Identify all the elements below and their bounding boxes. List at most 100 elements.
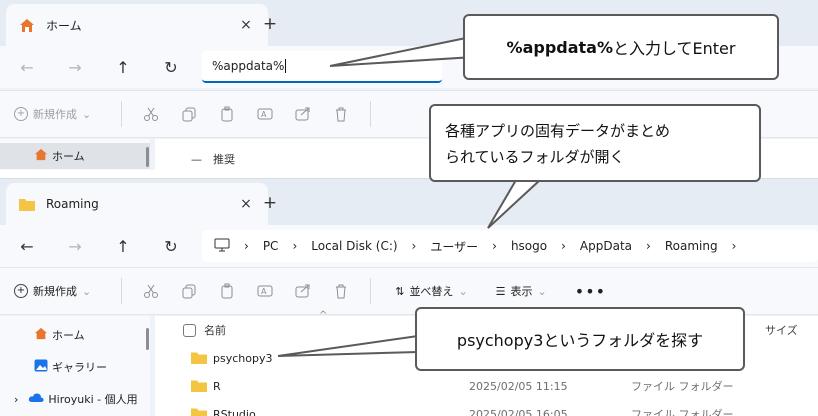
breadcrumb-item-users[interactable]: ユーザー (430, 238, 478, 255)
callout-bold-text: %appdata% (506, 37, 613, 57)
up-arrow-icon[interactable]: ↑ (110, 54, 136, 80)
address-input[interactable]: %appdata% (202, 51, 442, 83)
new-label: 新規作成 (33, 108, 77, 121)
breadcrumb-item-appdata[interactable]: AppData (580, 239, 632, 253)
new-button[interactable]: + 新規作成 ⌄ (14, 283, 91, 299)
sort-button[interactable]: ⇅ 並べ替え ⌄ (395, 283, 467, 299)
chevron-down-icon: ⌄ (82, 107, 92, 121)
name-column-header[interactable]: 名前 (183, 322, 226, 338)
cut-icon[interactable] (140, 103, 162, 125)
paste-icon[interactable] (216, 103, 238, 125)
chevron-right-icon: › (561, 239, 566, 253)
up-arrow-icon[interactable]: ↑ (110, 233, 136, 259)
folder-icon (18, 196, 36, 212)
bottom-tab-strip: Roaming × + (0, 179, 818, 225)
breadcrumb-item-local-disk[interactable]: Local Disk (C:) (311, 239, 397, 253)
sidebar-item-home[interactable]: ホーム (0, 322, 150, 348)
rename-icon[interactable]: A (254, 280, 276, 302)
file-type: ファイル フォルダー (631, 408, 734, 416)
tab-home[interactable]: ホーム × (6, 4, 268, 46)
file-name: RStudio (213, 407, 256, 416)
tab-title: ホーム (46, 18, 82, 33)
sidebar-item-label: ギャラリー (52, 361, 107, 374)
new-tab-button[interactable]: + (262, 193, 278, 213)
tab-title: Roaming (46, 197, 99, 211)
forward-arrow-icon[interactable]: → (62, 233, 88, 259)
list-view-icon: ☰ (495, 284, 506, 298)
divider (370, 101, 372, 127)
folder-icon (191, 380, 207, 392)
top-sidebar: ホーム (0, 139, 150, 170)
tab-roaming[interactable]: Roaming × (6, 183, 268, 225)
bottom-explorer-window: Roaming × + ← → ↑ ↻ › PC › Local Disk (C… (0, 178, 818, 416)
paste-icon[interactable] (216, 280, 238, 302)
chevron-right-icon: › (646, 239, 651, 253)
home-icon (34, 148, 48, 164)
view-button[interactable]: ☰ 表示 ⌄ (496, 283, 547, 299)
copy-icon[interactable] (178, 103, 200, 125)
file-row-rstudio[interactable]: RStudio 2025/02/05 16:05 ファイル フォルダー (191, 402, 811, 416)
callout-text: psychopy3というフォルダを探す (456, 331, 704, 350)
cut-icon[interactable] (140, 280, 162, 302)
sort-icon: ⇅ (395, 284, 405, 298)
sidebar-item-home[interactable]: ホーム (0, 143, 150, 169)
sidebar-item-gallery[interactable]: ギャラリー (0, 354, 150, 380)
refresh-icon[interactable]: ↻ (158, 233, 184, 259)
folder-icon (191, 352, 207, 364)
breadcrumb[interactable]: › PC › Local Disk (C:) › ユーザー › hsogo › … (202, 230, 818, 262)
forward-arrow-icon[interactable]: → (62, 54, 88, 80)
copy-icon[interactable] (178, 280, 200, 302)
share-icon[interactable] (292, 103, 314, 125)
gallery-icon (34, 359, 48, 375)
sidebar-item-onedrive[interactable]: › Hiroyuki - 個人用 (0, 386, 150, 412)
breadcrumb-item-roaming[interactable]: Roaming (665, 239, 718, 253)
home-icon (34, 327, 48, 343)
close-tab-button[interactable]: × (236, 196, 256, 212)
bottom-sidebar: ホーム ギャラリー › Hiroyuki - 個人用 (0, 316, 150, 416)
rename-icon[interactable]: A (254, 103, 276, 125)
folder-icon (191, 408, 207, 416)
select-all-checkbox[interactable] (183, 323, 196, 337)
chevron-down-icon: ⌄ (458, 284, 468, 298)
delete-icon[interactable] (330, 280, 352, 302)
file-name: R (213, 379, 221, 393)
back-arrow-icon[interactable]: ← (14, 54, 40, 80)
breadcrumb-item-hsogo[interactable]: hsogo (511, 239, 547, 253)
new-label: 新規作成 (33, 285, 77, 298)
chevron-right-icon: › (492, 239, 497, 253)
delete-icon[interactable] (330, 103, 352, 125)
chevron-right-icon: › (411, 239, 417, 253)
back-arrow-icon[interactable]: ← (14, 233, 40, 259)
cloud-icon (28, 392, 44, 406)
chevron-right-icon: › (292, 239, 298, 253)
callout-text: 各種アプリの固有データがまとめ られているフォルダが開く (445, 122, 671, 166)
chevron-right-icon: › (731, 239, 737, 253)
callout-text: と入力してEnter (613, 39, 736, 58)
new-tab-button[interactable]: + (262, 14, 278, 34)
divider (121, 278, 123, 304)
close-tab-button[interactable]: × (236, 17, 256, 33)
monitor-icon (214, 238, 230, 255)
svg-text:A: A (261, 287, 267, 296)
sidebar-scrollbar[interactable] (146, 328, 149, 350)
sidebar-item-label: ホーム (52, 150, 85, 163)
section-header[interactable]: — 推奨 (191, 151, 235, 167)
home-icon (18, 17, 36, 33)
chevron-down-icon: ⌄ (82, 284, 92, 298)
file-date: 2025/02/05 16:05 (469, 407, 568, 416)
sidebar-item-label: Hiroyuki - 個人用 (48, 393, 138, 406)
share-icon[interactable] (292, 280, 314, 302)
divider (121, 101, 123, 127)
chevron-right-icon[interactable]: › (14, 393, 18, 406)
breadcrumb-item-pc[interactable]: PC (263, 239, 279, 253)
svg-text:A: A (261, 110, 267, 119)
sidebar-scrollbar[interactable] (146, 147, 149, 167)
new-button[interactable]: + 新規作成 ⌄ (14, 106, 91, 122)
size-column-header[interactable]: サイズ (765, 322, 798, 338)
plus-icon: + (14, 107, 28, 121)
sidebar-item-label: ホーム (52, 329, 85, 342)
file-row-r[interactable]: R 2025/02/05 11:15 ファイル フォルダー (191, 374, 811, 398)
refresh-icon[interactable]: ↻ (158, 54, 184, 80)
more-options-button[interactable]: ••• (575, 282, 606, 301)
sort-label: 並べ替え (409, 285, 454, 298)
